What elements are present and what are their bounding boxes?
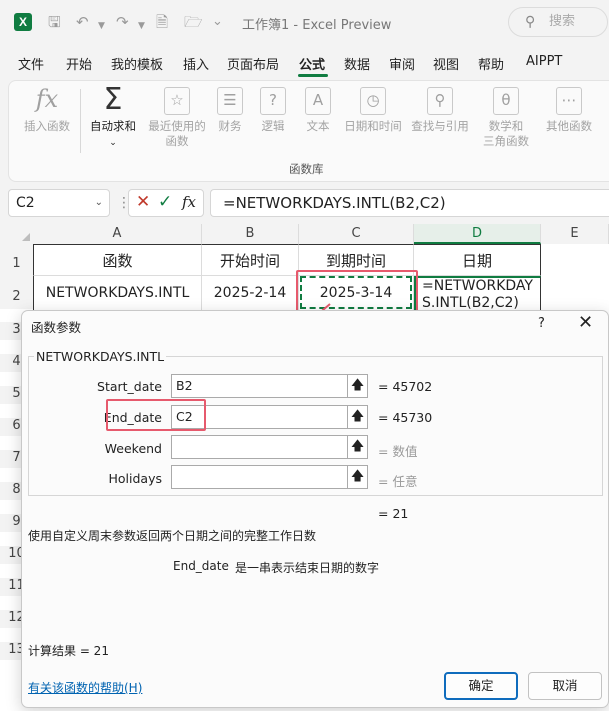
ok-button[interactable]: 确定 bbox=[444, 672, 518, 700]
arg-label-weekend: Weekend bbox=[104, 441, 162, 456]
highlight-end-date bbox=[106, 399, 206, 431]
help-icon[interactable]: ? bbox=[538, 316, 545, 331]
collapse-arrow-icon: 🡅 bbox=[350, 378, 365, 393]
dialog-title: 函数参数 bbox=[31, 320, 82, 335]
holidays-result: = 任意 bbox=[378, 474, 418, 489]
weekend-input[interactable] bbox=[171, 435, 368, 459]
weekend-result: = 数值 bbox=[378, 444, 418, 459]
formula-result: = 21 bbox=[378, 506, 409, 521]
start-date-input[interactable]: B2 bbox=[171, 374, 368, 398]
function-arguments-dialog: 函数参数 ? ✕ NETWORKDAYS.INTL Start_date B2 … bbox=[21, 310, 609, 708]
argument-help-text: 是一串表示结束日期的数字 bbox=[235, 561, 380, 575]
arg-label-start-date: Start_date bbox=[97, 379, 162, 394]
close-icon[interactable]: ✕ bbox=[578, 312, 593, 333]
collapse-arrow-icon: 🡅 bbox=[350, 439, 365, 454]
collapse-ref-button[interactable]: 🡅 bbox=[347, 435, 368, 459]
collapse-arrow-icon: 🡅 bbox=[350, 409, 365, 424]
end-date-result: = 45730 bbox=[378, 410, 433, 425]
collapse-ref-button[interactable]: 🡅 bbox=[347, 465, 368, 489]
holidays-input[interactable] bbox=[171, 465, 368, 489]
collapse-ref-button[interactable]: 🡅 bbox=[347, 374, 368, 398]
function-description: 使用自定义周末参数返回两个日期之间的完整工作日数 bbox=[28, 529, 317, 543]
arg-label-holidays: Holidays bbox=[108, 471, 163, 486]
argument-help-name: End_date bbox=[173, 559, 229, 573]
function-name-legend: NETWORKDAYS.INTL bbox=[34, 349, 167, 364]
collapse-arrow-icon: 🡅 bbox=[350, 469, 365, 484]
start-date-result: = 45702 bbox=[378, 379, 433, 394]
cancel-button[interactable]: 取消 bbox=[528, 672, 602, 700]
calculation-result: 计算结果 = 21 bbox=[28, 644, 109, 658]
function-help-link[interactable]: 有关该函数的帮助(H) bbox=[28, 679, 142, 696]
collapse-ref-button[interactable]: 🡅 bbox=[347, 405, 368, 429]
